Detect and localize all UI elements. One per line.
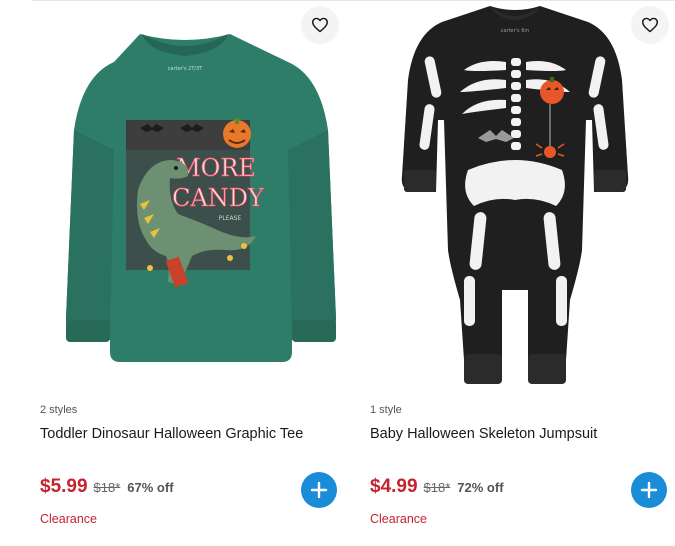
svg-text:carter's 6m: carter's 6m: [501, 28, 530, 34]
product-image-skeleton-jumpsuit[interactable]: carter's 6m: [360, 0, 670, 390]
add-to-bag-button[interactable]: [301, 472, 337, 508]
original-price: $18*: [93, 480, 121, 495]
style-count: 2 styles: [40, 404, 78, 416]
clearance-badge: Clearance: [370, 512, 427, 526]
style-count: 1 style: [370, 404, 402, 416]
svg-text:CANDY: CANDY: [172, 184, 265, 212]
add-to-bag-button[interactable]: [631, 472, 667, 508]
shirt-graphic-text: MORE CANDY PLEASE: [172, 154, 266, 222]
svg-text:MORE: MORE: [176, 154, 256, 182]
plus-icon: [310, 481, 328, 499]
product-name-link[interactable]: Baby Halloween Skeleton Jumpsuit: [370, 426, 597, 442]
price-row: $5.99 $18* 67% off: [40, 476, 174, 498]
price-row: $4.99 $18* 72% off: [370, 476, 504, 498]
svg-text:carter's 2T/3T: carter's 2T/3T: [168, 66, 204, 72]
product-card-skeleton-jumpsuit[interactable]: carter's 6m 1 style Baby Halloween Skele…: [360, 0, 670, 546]
discount-label: 67% off: [127, 480, 174, 495]
discount-label: 72% off: [457, 480, 504, 495]
clearance-badge: Clearance: [40, 512, 97, 526]
original-price: $18*: [423, 480, 451, 495]
sale-price: $5.99: [40, 476, 88, 497]
sale-price: $4.99: [370, 476, 418, 497]
favorite-button[interactable]: [631, 6, 669, 44]
dino-tee-illustration: carter's 2T/3T MORE CANDY PLEASE: [66, 34, 336, 362]
plus-icon: [640, 481, 658, 499]
product-image-dino-tee[interactable]: carter's 2T/3T MORE CANDY PLEASE: [30, 0, 340, 390]
svg-text:PLEASE: PLEASE: [219, 215, 242, 222]
skeleton-jumpsuit-illustration: carter's 6m: [401, 6, 629, 384]
jumpsuit-tag-text: carter's 6m: [501, 28, 530, 34]
product-card-dino-tee[interactable]: carter's 2T/3T MORE CANDY PLEASE 2 style…: [30, 0, 340, 546]
favorite-button[interactable]: [301, 6, 339, 44]
heart-outline-icon: [311, 17, 328, 33]
product-name-link[interactable]: Toddler Dinosaur Halloween Graphic Tee: [40, 426, 303, 442]
shirt-tag-text: carter's 2T/3T: [168, 66, 204, 72]
heart-outline-icon: [642, 17, 658, 33]
